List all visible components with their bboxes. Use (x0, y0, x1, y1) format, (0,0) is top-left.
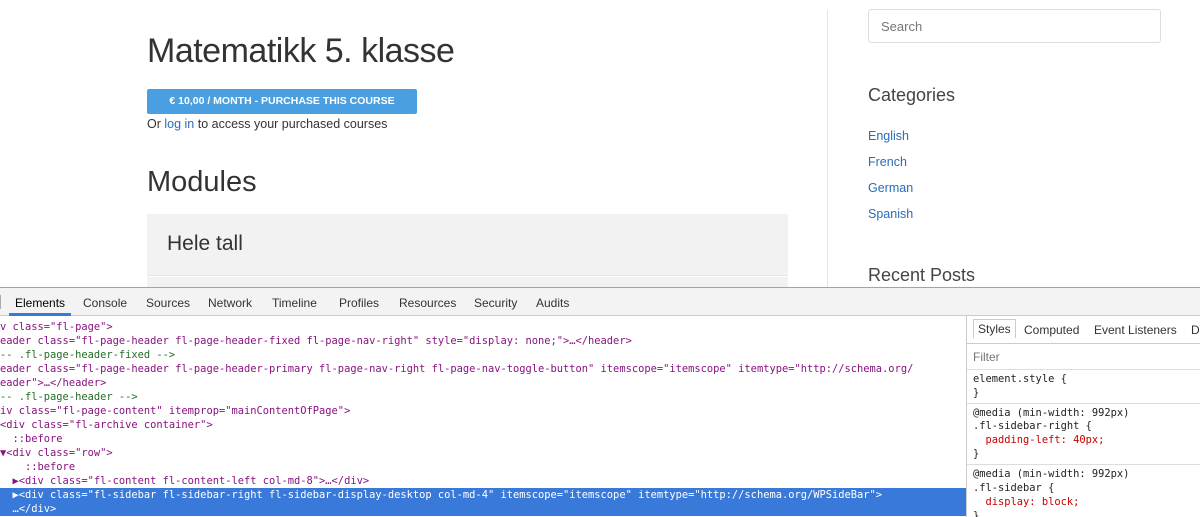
category-link-german[interactable]: German (868, 181, 913, 195)
dom-node-selected[interactable]: ▶<div class="fl-sidebar fl-sidebar-right… (0, 488, 966, 502)
tab-sources[interactable]: Sources (146, 296, 190, 310)
category-link-spanish[interactable]: Spanish (868, 207, 913, 221)
style-rule-line: } (973, 387, 980, 399)
dom-node-selected-close[interactable]: …</div> (0, 502, 966, 516)
tab-resources[interactable]: Resources (399, 296, 456, 310)
tab-dom-breakpoints[interactable]: D (1191, 323, 1200, 337)
dom-node[interactable]: eader class="fl-page-header fl-page-head… (0, 334, 632, 348)
style-selector[interactable]: .fl-sidebar-right { (973, 420, 1092, 432)
modules-heading: Modules (147, 166, 257, 198)
sidebar-divider (827, 10, 828, 287)
toolbar-separator (0, 295, 1, 309)
dom-pseudo[interactable]: ::before (0, 432, 63, 446)
category-link-english[interactable]: English (868, 129, 909, 143)
style-rule-line: } (973, 448, 980, 460)
devtools-panel: Elements Console Sources Network Timelin… (0, 287, 1200, 517)
styles-divider (967, 464, 1200, 465)
styles-filter-input[interactable] (973, 350, 1173, 364)
dom-node[interactable]: ▶<div class="fl-content fl-content-left … (0, 474, 370, 488)
dom-node[interactable]: eader">…</header> (0, 376, 106, 390)
tab-computed[interactable]: Computed (1024, 323, 1079, 337)
style-rule-line[interactable]: element.style { (973, 373, 1067, 385)
styles-pane: Styles Computed Event Listeners D elemen… (966, 316, 1200, 517)
search-input[interactable] (868, 9, 1161, 43)
module-item-next (147, 277, 788, 287)
module-name: Hele tall (167, 232, 243, 255)
dom-pseudo[interactable]: ::before (0, 460, 75, 474)
dom-node[interactable]: v class="fl-page"> (0, 320, 113, 334)
style-rule-line: } (973, 510, 980, 517)
tab-elements[interactable]: Elements (15, 296, 65, 310)
style-selector[interactable]: .fl-sidebar { (973, 482, 1054, 494)
tab-network[interactable]: Network (208, 296, 252, 310)
login-prefix: Or (147, 117, 165, 131)
elements-tree: v class="fl-page"> eader class="fl-page-… (0, 316, 966, 517)
dom-node[interactable]: eader class="fl-page-header fl-page-head… (0, 362, 913, 376)
categories-title: Categories (868, 85, 956, 105)
login-link[interactable]: log in (164, 117, 194, 131)
tab-event-listeners[interactable]: Event Listeners (1094, 323, 1177, 337)
styles-tabs: Styles Computed Event Listeners D (967, 316, 1200, 344)
tab-timeline[interactable]: Timeline (272, 296, 317, 310)
style-property[interactable]: padding-left: 40px; (973, 434, 1105, 446)
style-media-query: @media (min-width: 992px) (973, 468, 1130, 480)
tab-styles[interactable]: Styles (973, 319, 1016, 338)
recent-posts-title: Recent Posts (868, 265, 976, 285)
dom-node[interactable]: <div class="fl-archive container"> (0, 418, 213, 432)
tab-profiles[interactable]: Profiles (339, 296, 379, 310)
tab-security[interactable]: Security (474, 296, 517, 310)
purchase-course-button[interactable]: € 10,00 / MONTH - PURCHASE THIS COURSE (147, 89, 417, 114)
style-property[interactable]: display: block; (973, 496, 1080, 508)
course-title: Matematikk 5. klasse (147, 32, 455, 70)
category-link-french[interactable]: French (868, 155, 907, 169)
dom-node[interactable]: iv class="fl-page-content" itemprop="mai… (0, 404, 350, 418)
dom-comment[interactable]: -- .fl-page-header --> (0, 390, 138, 404)
dom-node[interactable]: ▼<div class="row"> (0, 446, 113, 460)
dom-comment[interactable]: -- .fl-page-header-fixed --> (0, 348, 175, 362)
style-media-query: @media (min-width: 992px) (973, 407, 1130, 419)
devtools-toolbar: Elements Console Sources Network Timelin… (0, 288, 1200, 316)
module-item[interactable]: Hele tall (147, 214, 788, 276)
login-suffix: to access your purchased courses (194, 117, 388, 131)
styles-divider (967, 403, 1200, 404)
tab-console[interactable]: Console (83, 296, 127, 310)
styles-divider (967, 369, 1200, 370)
login-line: Or log in to access your purchased cours… (147, 117, 387, 131)
web-page: Matematikk 5. klasse € 10,00 / MONTH - P… (0, 0, 1200, 287)
tab-audits[interactable]: Audits (536, 296, 569, 310)
